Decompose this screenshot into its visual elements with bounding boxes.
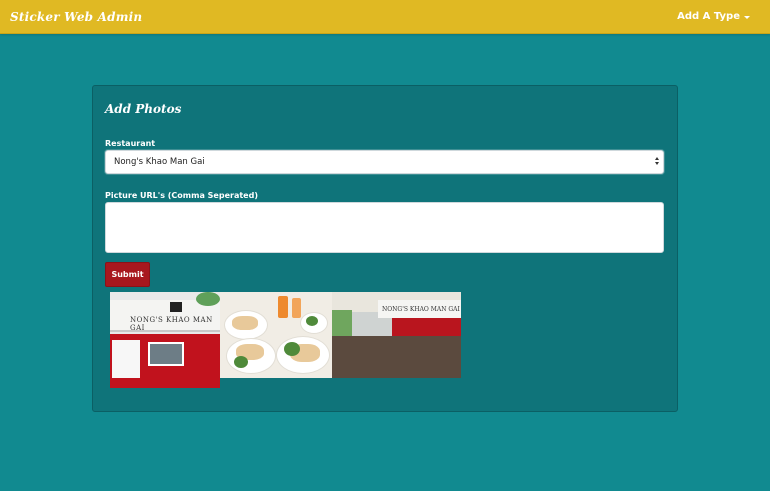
food-plates-photo — [220, 292, 332, 378]
restaurant-select[interactable]: Nong's Khao Man Gai — [105, 150, 664, 174]
restaurant-label: Restaurant — [105, 139, 156, 148]
food-cart-crowd-photo: NONG'S KHAO MAN GAI — [332, 292, 461, 378]
cart-sign-text: NONG'S KHAO MAN GAI — [382, 306, 460, 313]
picture-urls-textarea[interactable] — [105, 202, 664, 253]
truck-sign-text: NONG'S KHAO MAN GAI — [130, 316, 213, 332]
select-arrows-icon — [655, 157, 659, 165]
caret-down-icon — [744, 15, 750, 19]
food-truck-photo: NONG'S KHAO MAN GAI — [110, 292, 220, 388]
add-photos-panel: Add Photos Restaurant Nong's Khao Man Ga… — [92, 85, 678, 412]
add-type-dropdown[interactable]: Add A Type — [677, 11, 750, 22]
picture-urls-label: Picture URL's (Comma Seperated) — [105, 191, 258, 200]
brand-logo[interactable]: Sticker Web Admin — [10, 10, 142, 24]
panel-title: Add Photos — [105, 102, 182, 116]
add-type-label: Add A Type — [677, 11, 740, 22]
top-navbar: Sticker Web Admin Add A Type — [0, 0, 770, 34]
submit-button[interactable]: Submit — [105, 262, 150, 287]
restaurant-selected-value: Nong's Khao Man Gai — [114, 157, 205, 167]
